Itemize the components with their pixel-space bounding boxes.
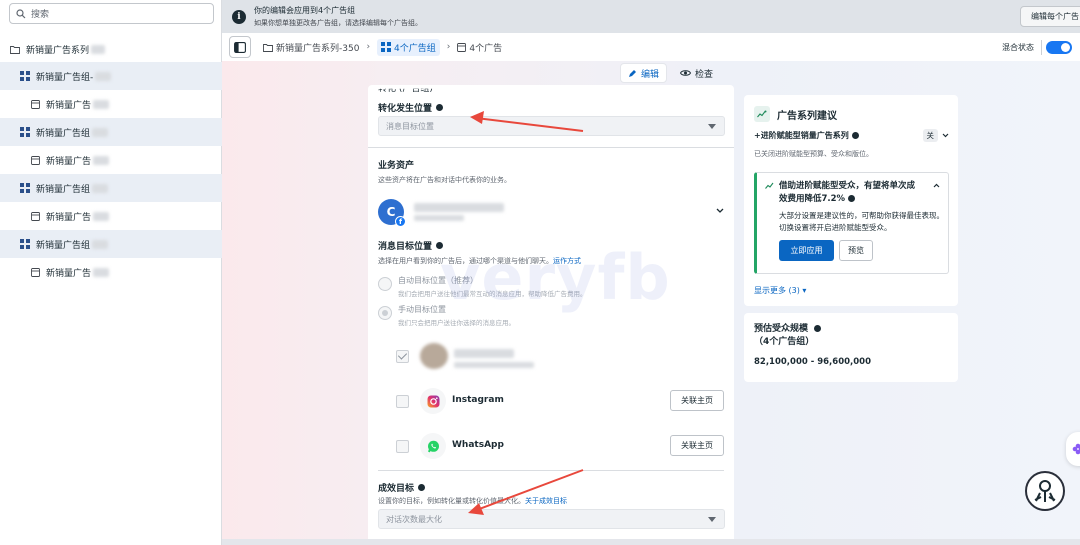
annotation-arrow <box>468 469 584 515</box>
tree-ad-label: 新销量广告 <box>46 212 92 223</box>
banner-desc: 如果你想单独更改各广告组，请选择编辑每个广告组。 <box>254 19 422 27</box>
flower-icon <box>1072 443 1080 455</box>
audience-subtitle: （4个广告组） <box>754 337 815 347</box>
tree-ad[interactable]: 新销量广告 <box>0 90 222 118</box>
info-icon <box>851 132 859 139</box>
recommendations-title: 广告系列建议 <box>754 106 837 122</box>
assistant-logo-icon[interactable] <box>1025 471 1065 511</box>
feature-note: 已关闭进阶赋能型预算、受众和版位。 <box>754 150 873 158</box>
audience-title: 预估受众规模 （4个广告组） <box>754 323 822 349</box>
tree-adset-label: 新销量广告组 <box>36 128 91 139</box>
apply-now-button[interactable]: 立即应用 <box>779 240 834 261</box>
tree-ad-label: 新销量广告 <box>46 100 92 111</box>
crumb-ads-label: 4个广告 <box>469 43 503 54</box>
tree-campaign-label: 新销量广告系列 <box>26 45 90 56</box>
ad-icon <box>31 211 40 221</box>
horizontal-scrollbar[interactable] <box>222 539 1080 545</box>
tree-adset-label: 新销量广告组 <box>36 184 91 195</box>
advantage-plus-feature: +进阶赋能型销量广告系列 <box>754 130 859 141</box>
status-toggle[interactable] <box>1046 41 1072 54</box>
audience-title-text: 预估受众规模 <box>754 324 809 334</box>
annotation-arrow <box>470 111 584 132</box>
tree-adset[interactable]: 新销量广告组 <box>0 230 222 258</box>
search-placeholder: 搜索 <box>31 10 50 20</box>
redacted-text <box>91 44 106 54</box>
audience-size-card: 预估受众规模 （4个广告组） 82,100,000 - 96,600,000 <box>744 313 958 382</box>
search-icon <box>16 8 26 18</box>
redacted-text <box>93 99 110 109</box>
tree-adset-label: 新销量广告组 <box>36 240 91 251</box>
trend-icon <box>765 182 774 195</box>
grid-icon <box>20 71 30 81</box>
preview-button[interactable]: 预览 <box>839 240 873 261</box>
info-icon: i <box>232 9 246 24</box>
folder-icon <box>263 43 273 52</box>
redacted-text <box>92 127 109 137</box>
ad-icon <box>31 267 40 277</box>
tree-ad[interactable]: 新销量广告 <box>0 258 222 286</box>
redacted-text <box>92 183 109 193</box>
ad-icon <box>457 42 467 52</box>
redacted-text <box>92 239 109 249</box>
campaign-tree: 新销量广告系列 新销量广告组- 新销量广告 新销量广告组 新销量广告 新销量广告… <box>0 36 222 286</box>
tree-adset[interactable]: 新销量广告组- <box>0 62 222 90</box>
info-banner: i 你的编辑会应用到4个广告组 如果你想单独更改各广告组，请选择编辑每个广告组。… <box>222 0 1080 33</box>
tree-adset-label: 新销量广告组- <box>36 72 94 83</box>
feature-label: +进阶赋能型销量广告系列 <box>754 131 849 140</box>
show-more-label: 显示更多 (3) <box>754 286 800 295</box>
tree-ad-label: 新销量广告 <box>46 268 92 279</box>
crumb-adsets-label: 4个广告组 <box>394 43 436 54</box>
ad-icon <box>31 155 40 165</box>
search-input[interactable]: 搜索 <box>9 3 214 24</box>
feature-state-chip[interactable]: 关 <box>922 129 938 142</box>
info-icon <box>814 325 822 332</box>
redacted-text <box>93 155 110 165</box>
ad-icon <box>31 99 40 109</box>
crumb-adsets[interactable]: 4个广告组 <box>377 38 440 56</box>
crumb-campaign-label: 新销量广告系列-350 <box>276 43 360 54</box>
sidebar-toggle-icon <box>234 41 246 53</box>
tree-ad[interactable]: 新销量广告 <box>0 202 222 230</box>
chevron-up-icon[interactable] <box>933 181 940 191</box>
redacted-text <box>95 71 112 81</box>
breadcrumb-toolbar: 新销量广告系列-350 › 4个广告组 › 4个广告 混合状态 <box>222 33 1080 61</box>
show-more-link[interactable]: 显示更多 (3) ▾ <box>754 285 806 296</box>
grid-icon <box>20 239 30 249</box>
editor-main: 编辑 检查 转化 (广告组) 转化发生位置 消息目标位置 业务资产 这些资产将在… <box>222 61 1080 545</box>
grid-icon <box>20 183 30 193</box>
chevron-right-icon: › <box>446 42 451 52</box>
floating-side-widget[interactable] <box>1066 432 1080 466</box>
breadcrumb: 新销量广告系列-350 › 4个广告组 › 4个广告 <box>263 38 502 56</box>
suggestion-title-text: 借助进阶赋能型受众，有望将单次成效费用降低7.2% <box>779 181 916 204</box>
campaign-tree-sidebar: 搜索 新销量广告系列 新销量广告组- 新销量广告 新销量广告组 新销量广告 新销… <box>0 0 222 545</box>
redacted-text <box>93 211 110 221</box>
suggestion-box: 借助进阶赋能型受众，有望将单次成效费用降低7.2% 大部分设置是建议性的，可帮助… <box>754 172 949 274</box>
audience-range: 82,100,000 - 96,600,000 <box>754 357 871 367</box>
grid-icon <box>20 127 30 137</box>
toggle-sidebar-button[interactable] <box>229 36 251 58</box>
campaign-recommendations-card: 广告系列建议 +进阶赋能型销量广告系列 关 已关闭进阶赋能型预算、受众和版位。 … <box>744 95 958 306</box>
info-icon <box>848 195 856 202</box>
chevron-right-icon: › <box>366 42 371 52</box>
suggestion-title: 借助进阶赋能型受众，有望将单次成效费用降低7.2% <box>765 180 915 206</box>
edit-each-button[interactable]: 编辑每个广告 <box>1020 6 1080 27</box>
redacted-text <box>93 267 110 277</box>
crumb-campaign[interactable]: 新销量广告系列-350 <box>263 41 359 54</box>
suggestion-body: 大部分设置是建议性的，可帮助你获得最佳表现。切换设置将开启进阶赋能型受众。 <box>779 211 944 232</box>
tree-adset[interactable]: 新销量广告组 <box>0 174 222 202</box>
crumb-ads[interactable]: 4个广告 <box>457 41 502 54</box>
caret-down-icon: ▾ <box>802 286 807 295</box>
tree-adset[interactable]: 新销量广告组 <box>0 118 222 146</box>
tree-campaign[interactable]: 新销量广告系列 <box>0 36 222 62</box>
tree-ad[interactable]: 新销量广告 <box>0 146 222 174</box>
tree-ad-label: 新销量广告 <box>46 156 92 167</box>
mixed-status-label: 混合状态 <box>1002 43 1034 52</box>
sparkle-chart-icon <box>754 106 770 122</box>
folder-icon <box>10 45 20 54</box>
recommendations-title-text: 广告系列建议 <box>777 110 837 122</box>
banner-title: 你的编辑会应用到4个广告组 <box>254 6 356 15</box>
chevron-down-icon[interactable] <box>942 131 949 141</box>
divider <box>1041 40 1042 55</box>
grid-icon <box>381 42 392 52</box>
